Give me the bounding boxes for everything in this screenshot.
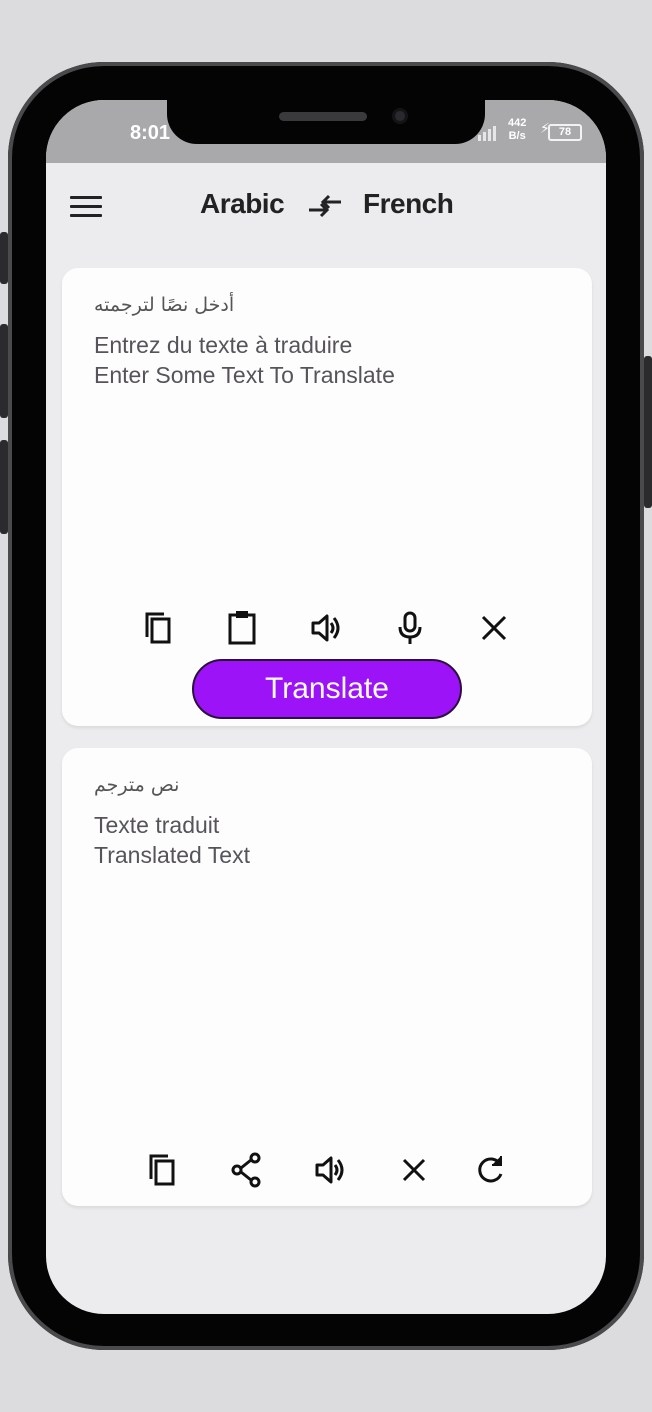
source-language-button[interactable]: Arabic bbox=[200, 188, 285, 220]
input-placeholder-arabic[interactable]: أدخل نصًا لترجمته bbox=[94, 294, 234, 316]
output-toolbar bbox=[62, 1150, 592, 1192]
input-toolbar bbox=[62, 608, 592, 650]
refresh-icon[interactable] bbox=[470, 1150, 510, 1190]
phone-side-button-left-2 bbox=[0, 324, 8, 418]
copy-icon[interactable] bbox=[138, 608, 178, 648]
copy-icon[interactable] bbox=[142, 1150, 182, 1190]
app-screen: 8:01 442 B/s ⚡ 78 Arabic French أدخل نصً… bbox=[46, 100, 606, 1314]
clear-icon[interactable] bbox=[474, 608, 514, 648]
output-label-english: Translated Text bbox=[94, 842, 250, 868]
phone-side-button-left-3 bbox=[0, 440, 8, 534]
target-language-button[interactable]: French bbox=[363, 188, 454, 220]
phone-side-button-left-1 bbox=[0, 232, 8, 284]
earpiece-speaker bbox=[279, 112, 367, 121]
microphone-icon[interactable] bbox=[390, 608, 430, 648]
language-selector: Arabic French bbox=[46, 186, 606, 230]
phone-side-button-right bbox=[644, 356, 652, 508]
paste-clipboard-icon[interactable] bbox=[222, 608, 262, 648]
input-placeholder-english[interactable]: Enter Some Text To Translate bbox=[94, 362, 395, 389]
input-card: أدخل نصًا لترجمته Entrez du texte à trad… bbox=[62, 268, 592, 726]
output-label-arabic: نص مترجم bbox=[94, 774, 180, 796]
translate-button[interactable]: Translate bbox=[192, 659, 462, 719]
speaker-icon[interactable] bbox=[306, 608, 346, 648]
battery-icon: 78 bbox=[548, 124, 582, 141]
network-speed: 442 B/s bbox=[508, 117, 526, 143]
output-card: نص مترجم Texte traduit Translated Text bbox=[62, 748, 592, 1206]
speaker-icon[interactable] bbox=[310, 1150, 350, 1190]
output-label-french: Texte traduit bbox=[94, 812, 220, 838]
front-camera-icon bbox=[392, 108, 408, 124]
phone-notch bbox=[167, 100, 485, 144]
status-time: 8:01 bbox=[130, 122, 171, 144]
network-speed-unit: B/s bbox=[508, 130, 526, 142]
share-icon[interactable] bbox=[227, 1150, 267, 1190]
input-placeholder-french[interactable]: Entrez du texte à traduire bbox=[94, 332, 352, 359]
swap-languages-icon[interactable] bbox=[307, 193, 343, 219]
network-speed-value: 442 bbox=[508, 117, 527, 129]
clear-icon[interactable] bbox=[394, 1150, 434, 1190]
